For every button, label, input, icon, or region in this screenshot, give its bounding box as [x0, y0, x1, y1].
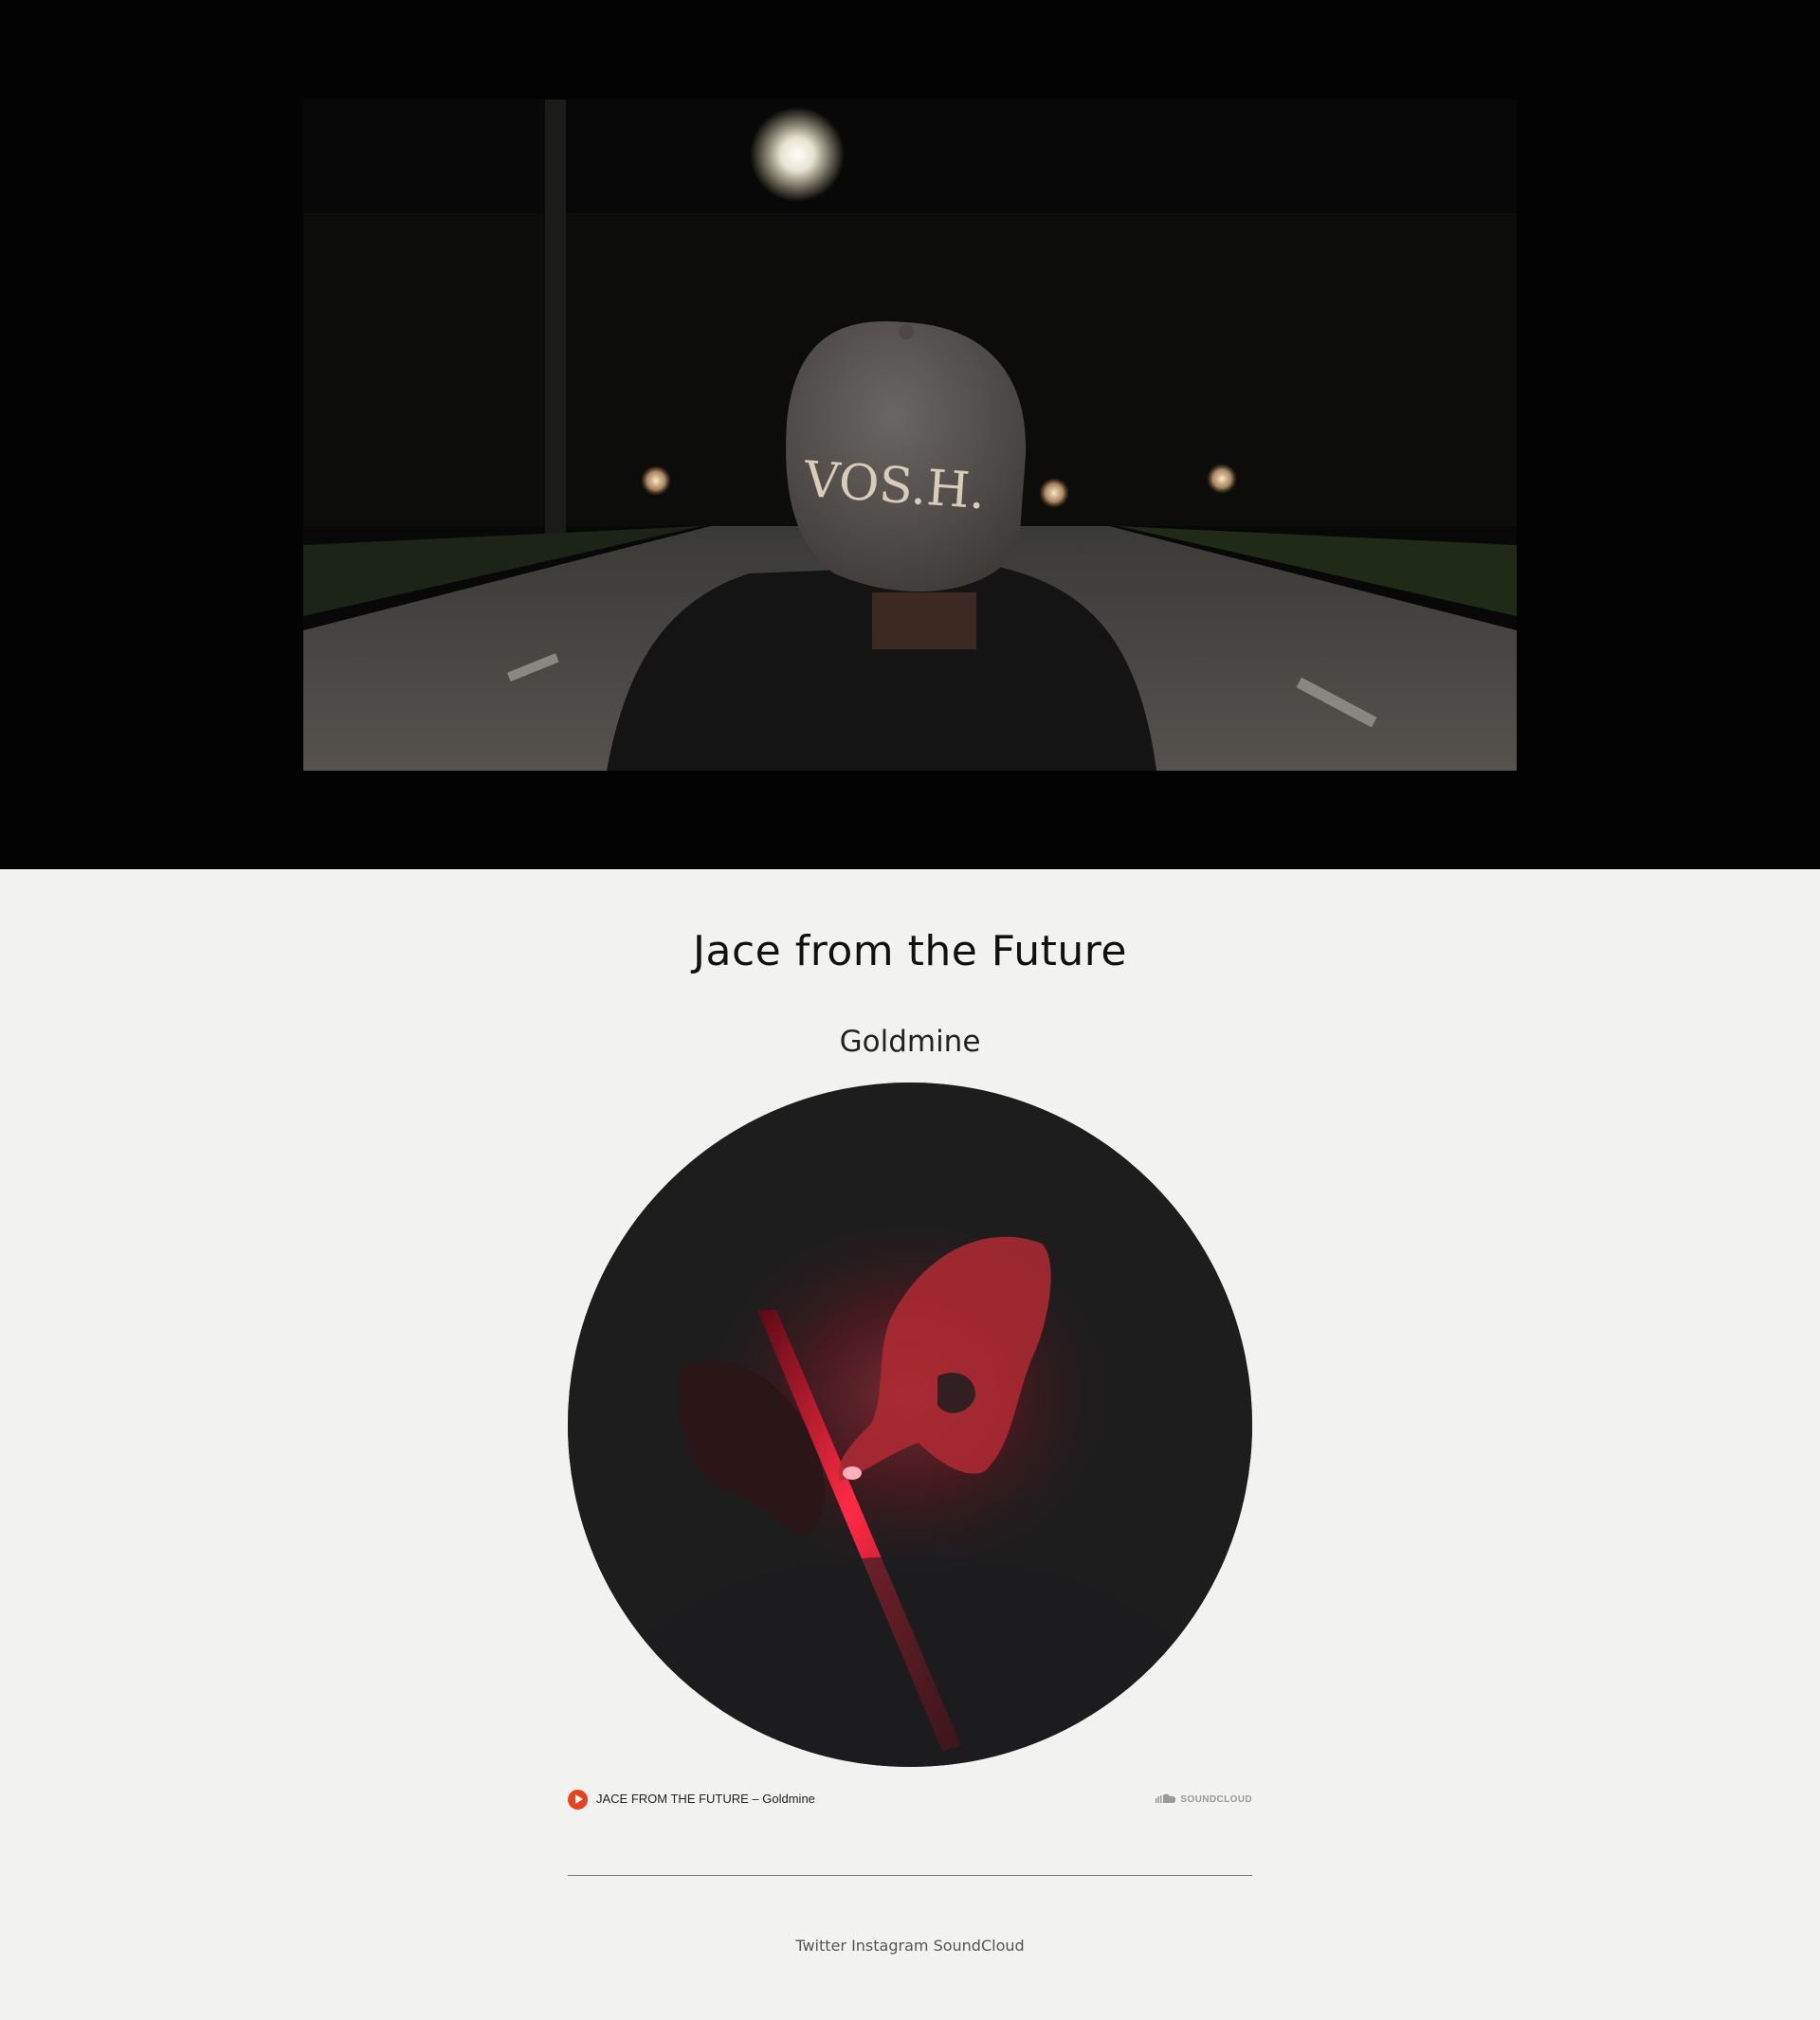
track-title: Goldmine: [839, 1025, 981, 1059]
artist-name: Jace from the Future: [693, 927, 1127, 975]
twitter-link[interactable]: Twitter: [795, 1937, 846, 1955]
soundcloud-logo-icon: [1156, 1793, 1176, 1803]
soundcloud-brand-link[interactable]: SOUNDCLOUD: [1156, 1793, 1252, 1805]
artwork-image: [568, 1083, 1252, 1767]
footer-divider: [568, 1875, 1252, 1876]
track-artwork[interactable]: [568, 1083, 1252, 1767]
play-button[interactable]: [568, 1790, 588, 1810]
hero-video[interactable]: VOS.H.: [303, 100, 1517, 771]
footer-social-links: Twitter Instagram SoundCloud: [0, 1937, 1820, 1955]
instagram-link[interactable]: Instagram: [851, 1937, 928, 1955]
soundcloud-link[interactable]: SoundCloud: [934, 1937, 1025, 1955]
soundcloud-player: JACE FROM THE FUTURE – Goldmine SOUNDCLO…: [568, 1790, 1252, 1811]
player-track-line[interactable]: JACE FROM THE FUTURE – Goldmine: [596, 1792, 815, 1806]
hero-video-frame: VOS.H.: [303, 100, 1517, 771]
soundcloud-brand-text: SOUNDCLOUD: [1180, 1794, 1252, 1805]
hero-section: VOS.H.: [0, 0, 1820, 869]
